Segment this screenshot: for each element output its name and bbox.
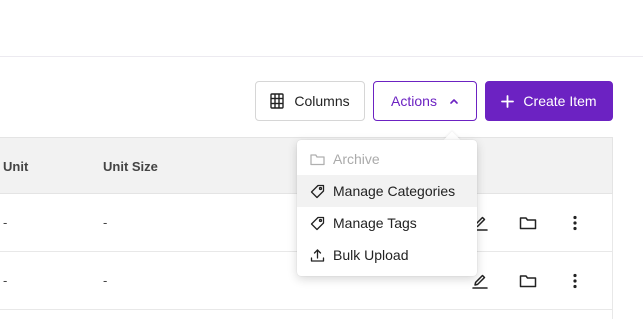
tag-icon: [309, 183, 325, 199]
menu-item-label: Bulk Upload: [333, 247, 409, 263]
columns-icon: [270, 93, 285, 109]
cell-unit: -: [3, 273, 8, 288]
menu-item-label: Manage Tags: [333, 215, 417, 231]
cell-unit-size: -: [103, 215, 108, 230]
menu-item-manage-tags[interactable]: Manage Tags: [297, 207, 477, 239]
actions-menu: Archive Manage Categories Manage Tags Bu…: [297, 140, 477, 276]
tag-icon: [309, 215, 325, 231]
more-vertical-icon[interactable]: [565, 271, 585, 291]
menu-item-label: Archive: [333, 151, 380, 167]
create-item-button[interactable]: Create Item: [485, 81, 613, 121]
folder-icon[interactable]: [518, 213, 538, 233]
columns-button-label: Columns: [294, 93, 350, 109]
cell-unit: -: [3, 215, 8, 230]
chevron-up-icon: [449, 97, 459, 105]
upload-icon: [309, 247, 325, 263]
table-row[interactable]: [0, 310, 613, 319]
more-vertical-icon[interactable]: [565, 213, 585, 233]
actions-button[interactable]: Actions: [373, 81, 477, 121]
menu-item-manage-categories[interactable]: Manage Categories: [297, 175, 477, 207]
menu-item-label: Manage Categories: [333, 183, 456, 199]
menu-item-archive: Archive: [297, 143, 477, 175]
actions-button-label: Actions: [391, 93, 437, 109]
column-header-unit[interactable]: Unit: [3, 159, 28, 174]
column-header-unit-size[interactable]: Unit Size: [103, 159, 158, 174]
cell-unit-size: -: [103, 273, 108, 288]
plus-icon: [501, 94, 515, 108]
folder-icon: [309, 151, 325, 167]
folder-icon[interactable]: [518, 271, 538, 291]
columns-button[interactable]: Columns: [255, 81, 365, 121]
top-divider: [0, 56, 643, 57]
menu-item-bulk-upload[interactable]: Bulk Upload: [297, 239, 477, 271]
create-item-button-label: Create Item: [523, 93, 597, 109]
